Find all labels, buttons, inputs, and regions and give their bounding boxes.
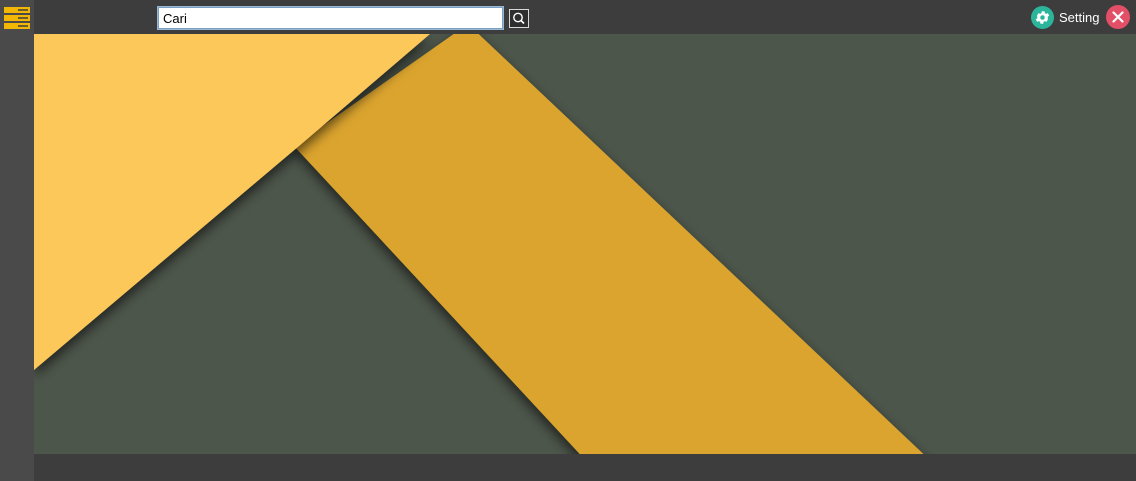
search-button[interactable] <box>509 9 529 28</box>
hamburger-menu-icon <box>4 7 30 29</box>
setting-button[interactable]: Setting <box>1031 5 1099 29</box>
left-rail <box>0 0 34 481</box>
gear-icon <box>1031 5 1054 29</box>
close-icon <box>1112 11 1124 23</box>
search-input[interactable] <box>157 6 504 30</box>
setting-label: Setting <box>1059 9 1100 25</box>
bottom-bar <box>34 454 1136 481</box>
close-button[interactable] <box>1106 5 1130 29</box>
search-icon <box>513 12 525 25</box>
desktop-wallpaper <box>34 34 1136 454</box>
menu-button[interactable] <box>4 6 30 30</box>
